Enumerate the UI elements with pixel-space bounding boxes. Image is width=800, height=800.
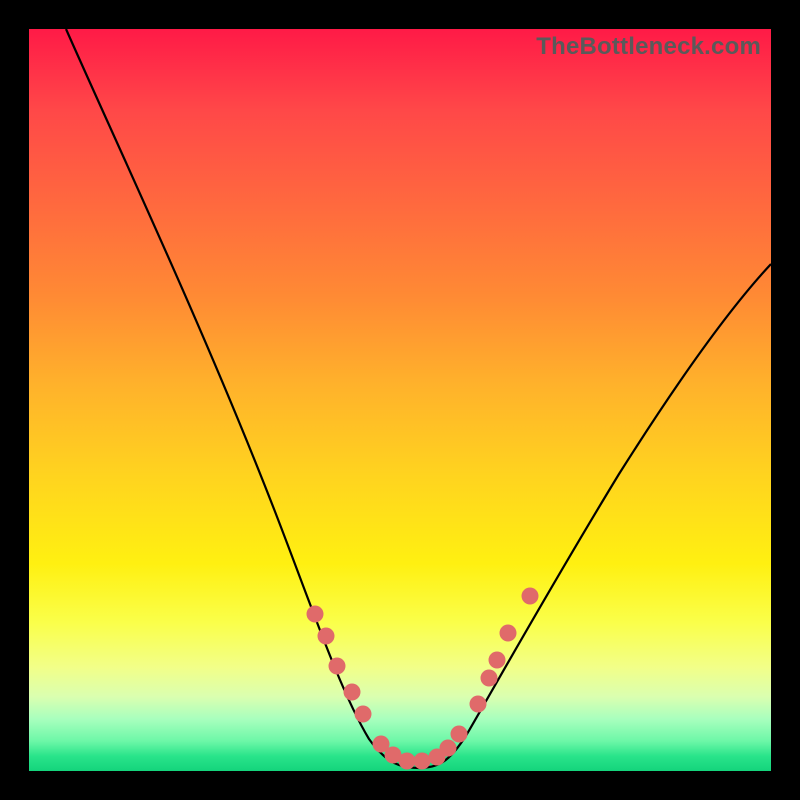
chart-plot-area: TheBottleneck.com	[29, 29, 771, 771]
data-marker	[470, 696, 487, 713]
chart-svg	[29, 29, 771, 771]
data-marker	[489, 652, 506, 669]
chart-frame: TheBottleneck.com	[0, 0, 800, 800]
data-marker	[399, 753, 416, 770]
bottleneck-curve	[66, 29, 771, 768]
data-marker	[344, 684, 361, 701]
data-marker	[481, 670, 498, 687]
data-marker	[307, 606, 324, 623]
data-marker	[500, 625, 517, 642]
data-marker	[414, 753, 431, 770]
data-marker	[451, 726, 468, 743]
data-marker	[329, 658, 346, 675]
data-marker	[355, 706, 372, 723]
data-marker	[522, 588, 539, 605]
data-marker	[440, 740, 457, 757]
data-marker	[318, 628, 335, 645]
